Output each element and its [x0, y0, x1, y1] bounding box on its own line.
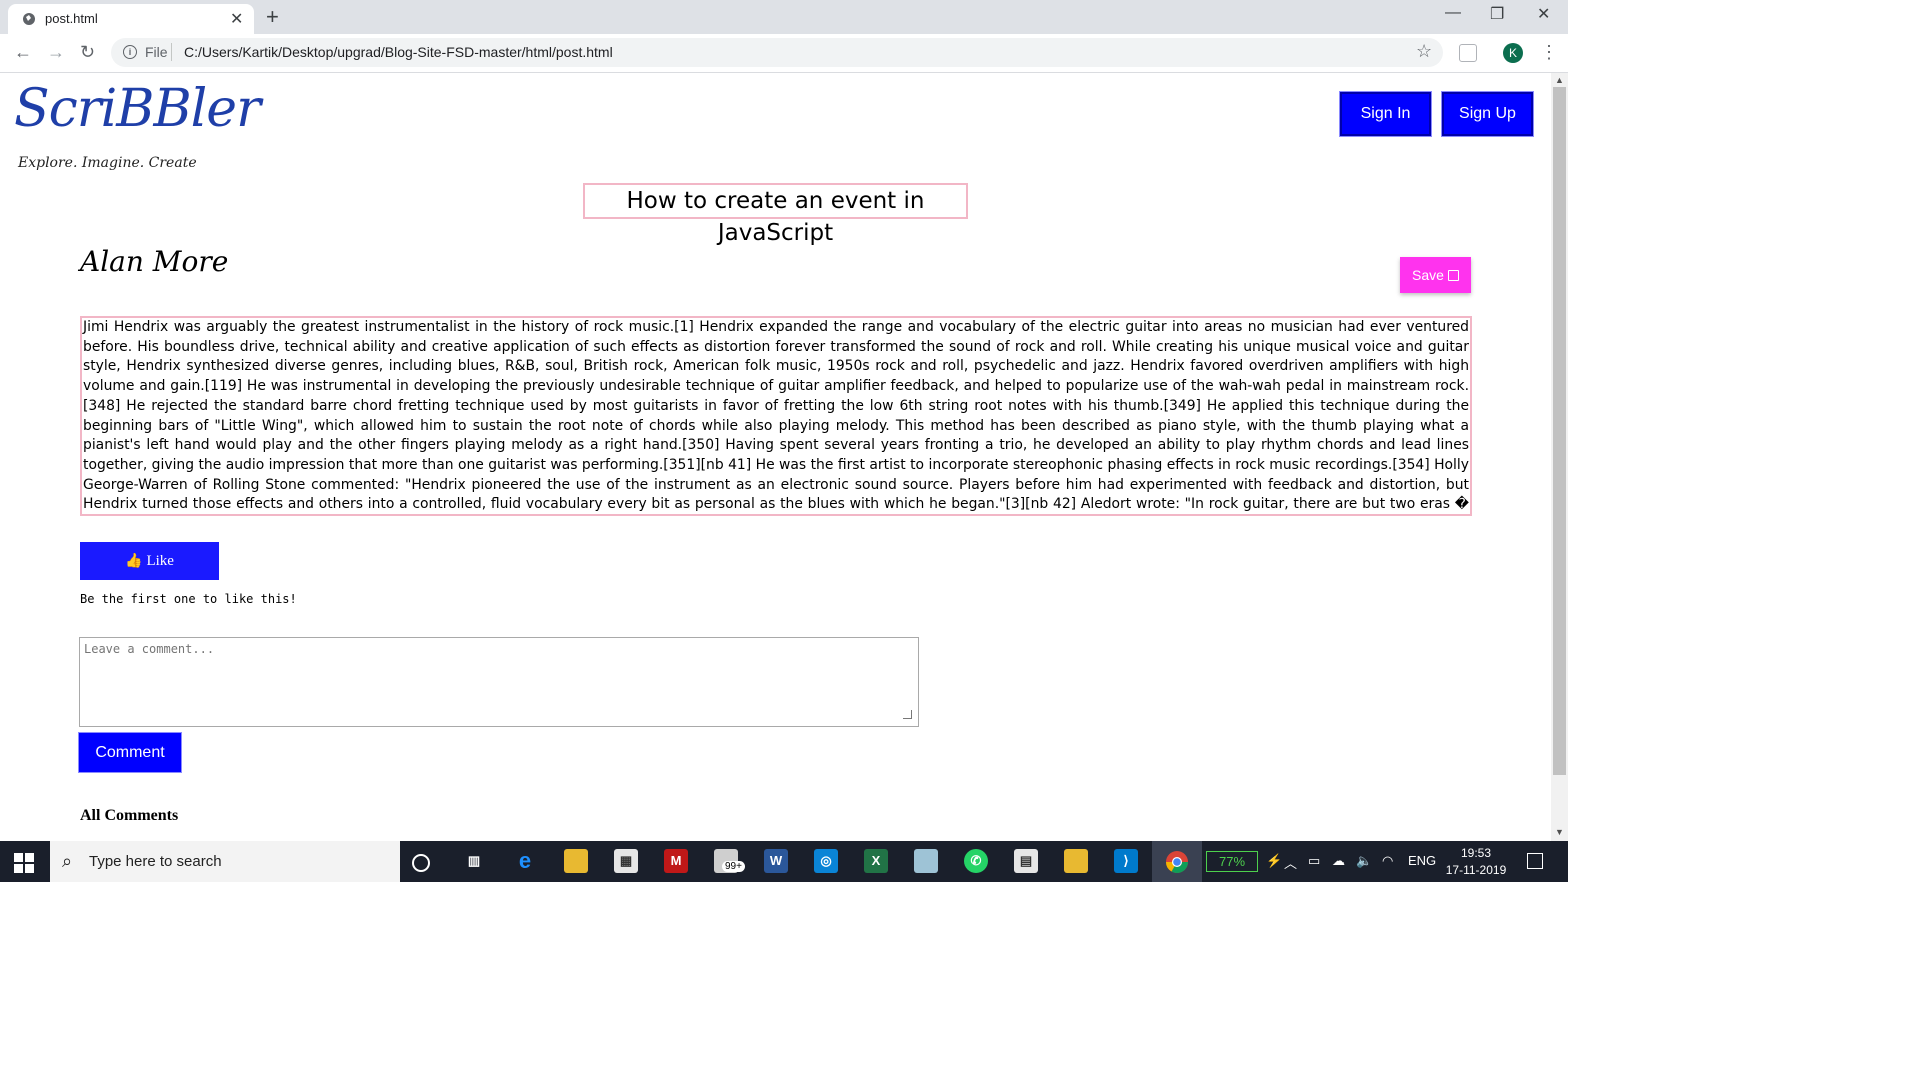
thumbs-up-icon: 👍 — [125, 553, 143, 569]
info-icon[interactable]: i — [123, 45, 137, 59]
site-logo[interactable]: ScriBBler — [14, 79, 261, 139]
search-icon: ⌕ — [62, 851, 73, 871]
powerpoint-viewer-icon[interactable] — [1064, 849, 1088, 873]
save-button[interactable]: Save — [1400, 257, 1471, 293]
file-explorer-icon[interactable] — [564, 849, 588, 873]
profile-avatar[interactable]: K — [1503, 43, 1523, 63]
bookmark-star-icon[interactable]: ☆ — [1416, 41, 1432, 62]
restore-button[interactable]: ❐ — [1490, 4, 1504, 24]
scrollbar-thumb[interactable] — [1553, 87, 1566, 775]
wifi-icon[interactable]: ◠ — [1382, 853, 1393, 869]
onedrive-icon[interactable]: ☁ — [1332, 853, 1345, 869]
browser-tab[interactable]: post.html ✕ — [8, 4, 254, 34]
comment-button[interactable]: Comment — [79, 733, 181, 772]
forward-icon[interactable]: → — [47, 42, 65, 63]
save-label: Save — [1412, 267, 1444, 283]
taskbar-search[interactable]: ⌕ Type here to search — [50, 841, 400, 882]
sign-in-button[interactable]: Sign In — [1340, 92, 1431, 136]
site-tagline: Explore. Imagine. Create — [18, 155, 197, 171]
taskbar-clock[interactable]: 19:53 17-11-2019 — [1444, 845, 1508, 879]
new-tab-button[interactable]: + — [266, 4, 279, 30]
scroll-up-icon[interactable]: ▲ — [1555, 75, 1564, 85]
post-content: Jimi Hendrix was arguably the greatest i… — [80, 316, 1472, 516]
comment-input[interactable] — [79, 637, 919, 727]
tab-close-icon[interactable]: ✕ — [230, 9, 243, 29]
camera-app-icon[interactable]: ◎ — [814, 849, 838, 873]
like-count-note: Be the first one to like this! — [80, 592, 297, 606]
like-button[interactable]: 👍 Like — [80, 542, 219, 580]
vscode-icon[interactable]: ⟩ — [1114, 849, 1138, 873]
word-icon[interactable]: W — [764, 849, 788, 873]
page-viewport: ScriBBler Explore. Imagine. Create Sign … — [0, 73, 1551, 841]
whatsapp-icon[interactable]: ✆ — [964, 849, 988, 873]
resize-handle-icon[interactable] — [903, 710, 912, 719]
notification-badge: 99+ — [722, 861, 745, 872]
globe-icon — [23, 13, 35, 25]
reload-icon[interactable]: ↻ — [80, 42, 95, 63]
excel-icon[interactable]: X — [864, 849, 888, 873]
action-center-icon[interactable] — [1527, 853, 1543, 869]
minimize-button[interactable]: — — [1445, 4, 1461, 22]
url-text[interactable]: C:/Users/Kartik/Desktop/upgrad/Blog-Site… — [184, 44, 613, 60]
mcafee-icon[interactable]: M — [664, 849, 688, 873]
sign-up-button[interactable]: Sign Up — [1442, 92, 1533, 136]
like-label: Like — [146, 552, 174, 569]
divider — [171, 43, 172, 61]
show-hidden-icons-icon[interactable]: ︿ — [1284, 853, 1297, 872]
all-comments-heading: All Comments — [80, 807, 179, 824]
clock-date: 17-11-2019 — [1445, 863, 1507, 877]
language-indicator[interactable]: ENG — [1408, 853, 1436, 868]
browser-tabstrip: post.html ✕ + — ❐ ✕ — [0, 0, 1568, 34]
extension-icon[interactable] — [1459, 44, 1477, 62]
address-bar[interactable]: i File C:/Users/Kartik/Desktop/upgrad/Bl… — [111, 38, 1443, 67]
edge-icon[interactable]: e — [513, 849, 537, 873]
windows-start-icon[interactable] — [14, 853, 34, 873]
scroll-down-icon[interactable]: ▼ — [1555, 827, 1564, 837]
taskbar-active-app[interactable] — [1152, 841, 1202, 882]
taskbar-search-placeholder: Type here to search — [89, 853, 222, 870]
battery-tray-icon[interactable]: ▭ — [1308, 853, 1320, 869]
clock-time: 19:53 — [1460, 846, 1492, 860]
back-icon[interactable]: ← — [14, 42, 32, 63]
windows-taskbar: ⌕ Type here to search ▥ e ▦ M 99+ W ◎ X … — [0, 841, 1568, 882]
post-author: Alan More — [80, 245, 229, 278]
charging-icon: ⚡ — [1266, 853, 1283, 868]
calendar-icon[interactable]: ▤ — [1014, 849, 1038, 873]
close-window-button[interactable]: ✕ — [1537, 4, 1550, 24]
battery-indicator[interactable]: 77% — [1206, 851, 1258, 872]
cortana-icon[interactable] — [412, 854, 430, 872]
store-icon[interactable]: ▦ — [614, 849, 638, 873]
page-scrollbar[interactable]: ▲ ▼ — [1551, 73, 1568, 841]
chrome-icon — [1166, 851, 1188, 873]
url-scheme: File — [145, 44, 168, 60]
browser-toolbar: ← → ↻ i File C:/Users/Kartik/Desktop/upg… — [0, 34, 1568, 73]
volume-icon[interactable]: 🔈 — [1356, 853, 1372, 869]
floppy-disk-icon — [1447, 269, 1459, 281]
post-title: How to create an event in JavaScript — [583, 183, 968, 246]
tab-title: post.html — [45, 11, 98, 26]
snip-tool-icon[interactable] — [914, 849, 938, 873]
browser-menu-icon[interactable]: ⋮ — [1540, 42, 1558, 63]
task-view-icon[interactable]: ▥ — [462, 849, 486, 873]
